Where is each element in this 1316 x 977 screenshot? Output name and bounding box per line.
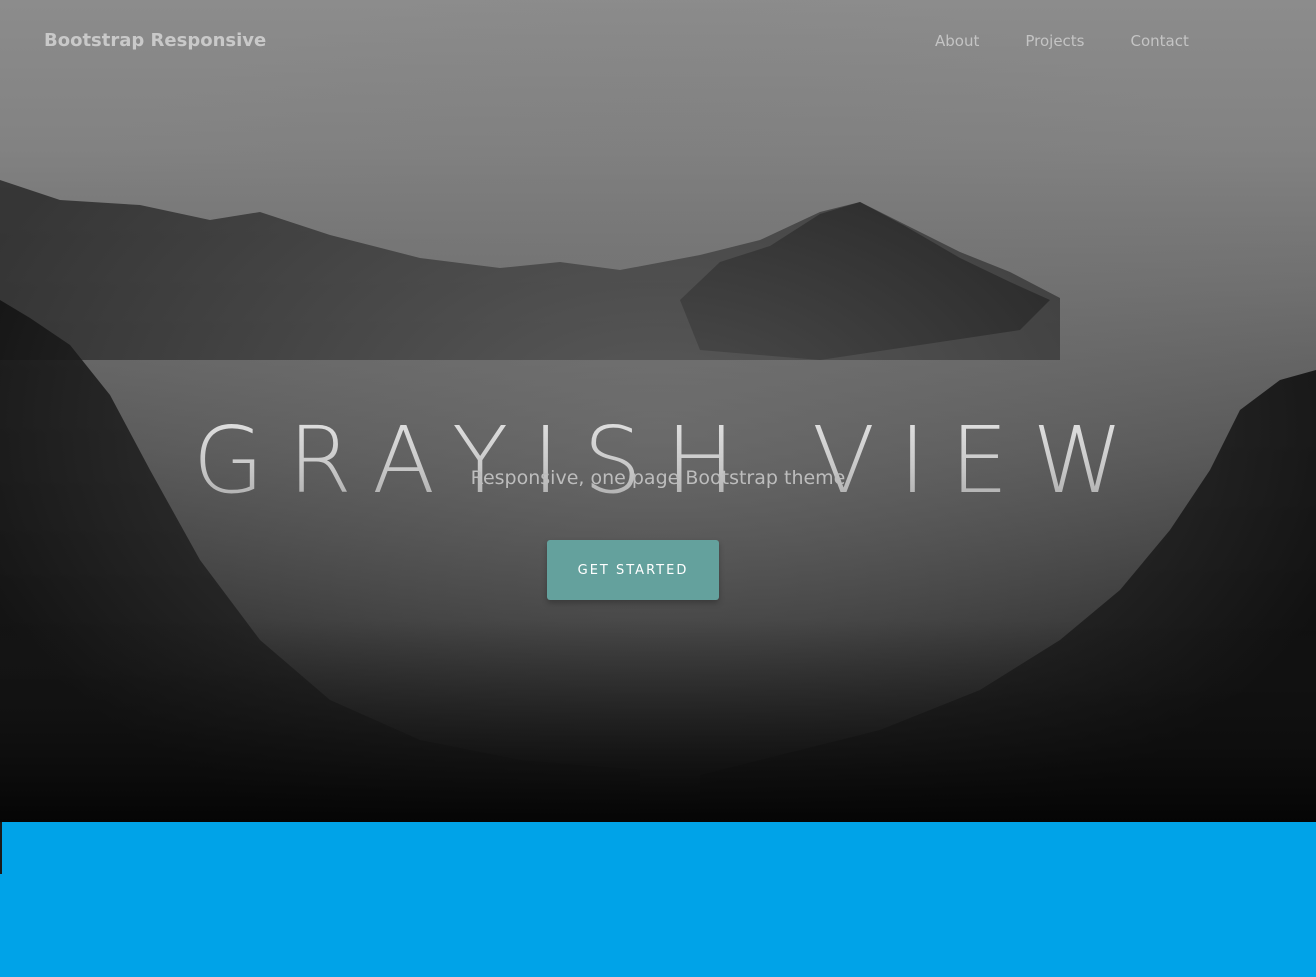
- edge-marker: [0, 822, 2, 874]
- nav-links: About Projects Contact: [935, 32, 1235, 50]
- hero-title: GRAYISH VIEW: [0, 407, 1316, 514]
- page: Bootstrap Responsive About Projects Cont…: [0, 0, 1316, 977]
- top-navbar: Bootstrap Responsive About Projects Cont…: [0, 0, 1316, 84]
- hero-subtitle: Responsive, one page Bootstrap theme: [470, 467, 846, 489]
- nav-link-contact[interactable]: Contact: [1131, 32, 1189, 50]
- nav-link-about[interactable]: About: [935, 32, 979, 50]
- get-started-button[interactable]: GET STARTED: [547, 540, 719, 600]
- nav-link-projects[interactable]: Projects: [1025, 32, 1084, 50]
- brand-link[interactable]: Bootstrap Responsive: [44, 30, 266, 51]
- next-section: [0, 822, 1316, 977]
- hero-section: Bootstrap Responsive About Projects Cont…: [0, 0, 1316, 822]
